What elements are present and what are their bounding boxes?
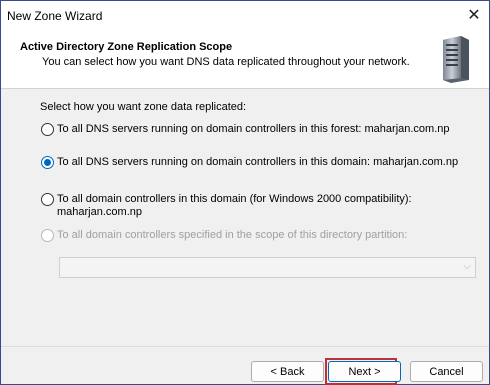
option-win2000-domain: maharjan.com.np — [57, 206, 142, 218]
wizard-footer: < Back Next > Cancel — [1, 346, 489, 385]
option-domain-label: To all DNS servers running on domain con… — [57, 156, 459, 168]
title-bar[interactable]: New Zone Wizard ✕ — [1, 1, 489, 31]
page-title: Active Directory Zone Replication Scope — [20, 41, 233, 53]
partition-combo: ⌵ — [59, 257, 476, 278]
chevron-down-icon: ⌵ — [463, 261, 471, 272]
server-icon — [443, 36, 469, 83]
option-partition-label: To all domain controllers specified in t… — [57, 229, 408, 241]
back-button[interactable]: < Back — [251, 361, 324, 382]
close-icon[interactable]: ✕ — [465, 7, 483, 25]
option-domain[interactable]: To all DNS servers running on domain con… — [41, 156, 458, 169]
next-button[interactable]: Next > — [328, 361, 401, 382]
wizard-header: Active Directory Zone Replication Scope … — [1, 31, 489, 89]
replication-prompt: Select how you want zone data replicated… — [40, 101, 247, 113]
cancel-button[interactable]: Cancel — [410, 361, 483, 382]
new-zone-wizard-window: New Zone Wizard ✕ Active Directory Zone … — [0, 0, 490, 385]
option-partition: To all domain controllers specified in t… — [41, 229, 407, 242]
option-forest[interactable]: To all DNS servers running on domain con… — [41, 123, 450, 136]
radio-partition — [41, 229, 54, 242]
radio-domain[interactable] — [41, 156, 54, 169]
option-forest-label: To all DNS servers running on domain con… — [57, 123, 450, 135]
window-title: New Zone Wizard — [7, 9, 103, 23]
option-win2000-label: To all domain controllers in this domain… — [57, 193, 412, 205]
page-subtitle: You can select how you want DNS data rep… — [42, 56, 410, 68]
option-win2000[interactable]: To all domain controllers in this domain… — [41, 193, 412, 219]
radio-forest[interactable] — [41, 123, 54, 136]
wizard-body: Select how you want zone data replicated… — [1, 90, 489, 346]
radio-win2000[interactable] — [41, 193, 54, 206]
